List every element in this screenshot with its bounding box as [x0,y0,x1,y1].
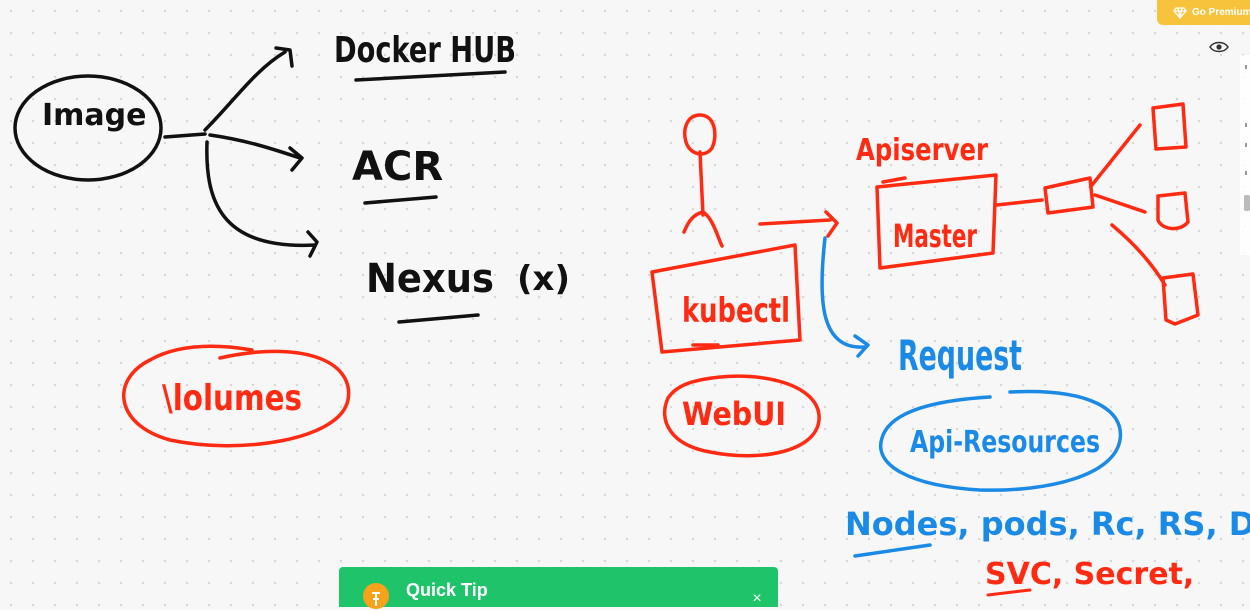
close-icon[interactable]: × [749,591,765,607]
resource-rs: , RS [1134,505,1205,543]
resource-rc: , Rc [1068,505,1135,543]
request-arrow [820,236,870,358]
docker-hub-underline [354,70,507,82]
apiserver-label: Apiserver [856,133,988,168]
node-box-2 [1156,191,1190,231]
hub-to-node-3 [1110,223,1167,287]
user-to-master-arrow [758,210,839,238]
eye-icon[interactable] [1209,40,1229,54]
resources-line-2: SVC, Secret, [985,557,1194,592]
hub-box [1043,176,1095,215]
arrow-to-docker-hub [203,46,294,132]
user-body [682,150,724,248]
master-to-hub [995,198,1044,207]
diamond-icon [1173,6,1187,19]
user-head [683,113,717,156]
nexus-label: Nexus [366,256,494,302]
go-premium-button[interactable]: Go Premium [1157,0,1250,25]
go-premium-label: Go Premium [1192,7,1250,18]
resource-nodes: Nodes [845,505,957,543]
volumes-label: \lolumes [162,378,302,419]
hub-to-node-2 [1093,193,1147,214]
quick-tip-banner: Quick Tip × [339,567,778,609]
resource-pods: , pods [957,505,1067,543]
quick-tip-title: Quick Tip [406,580,488,600]
resource-trailing-comma: , [1183,557,1194,592]
resources-line-1: Nodes, pods, Rc, RS, Deploy [845,505,1250,543]
request-label: Request [898,331,1022,380]
webui-label: WebUI [682,395,786,433]
docker-hub-label: Docker HUB [334,30,516,71]
toolbar-edge [1240,55,1250,255]
nexus-underline [397,313,480,324]
hub-to-node-1 [1090,123,1142,187]
acr-label: ACR [352,144,443,190]
image-connector [163,132,207,139]
nodes-underline [853,543,932,558]
arrow-to-acr [208,133,304,172]
whiteboard-canvas[interactable]: Image Docker HUB ACR Nexus (x) \lolumes … [0,0,1250,607]
resource-secret: , Secret [1052,557,1183,592]
master-label: Master [893,217,977,255]
node-box-3 [1161,272,1200,326]
node-box-1 [1151,102,1188,151]
nexus-note: (x) [517,259,570,299]
lightbulb-icon [363,583,389,609]
kubectl-label: kubectl [682,291,790,331]
apiserver-tick [881,176,907,184]
resource-svc: SVC [985,557,1052,592]
acr-underline [363,195,438,205]
resource-deploy: , Deploy [1205,505,1250,543]
api-resources-label: Api-Resources [910,425,1100,460]
image-label: Image [42,98,147,133]
